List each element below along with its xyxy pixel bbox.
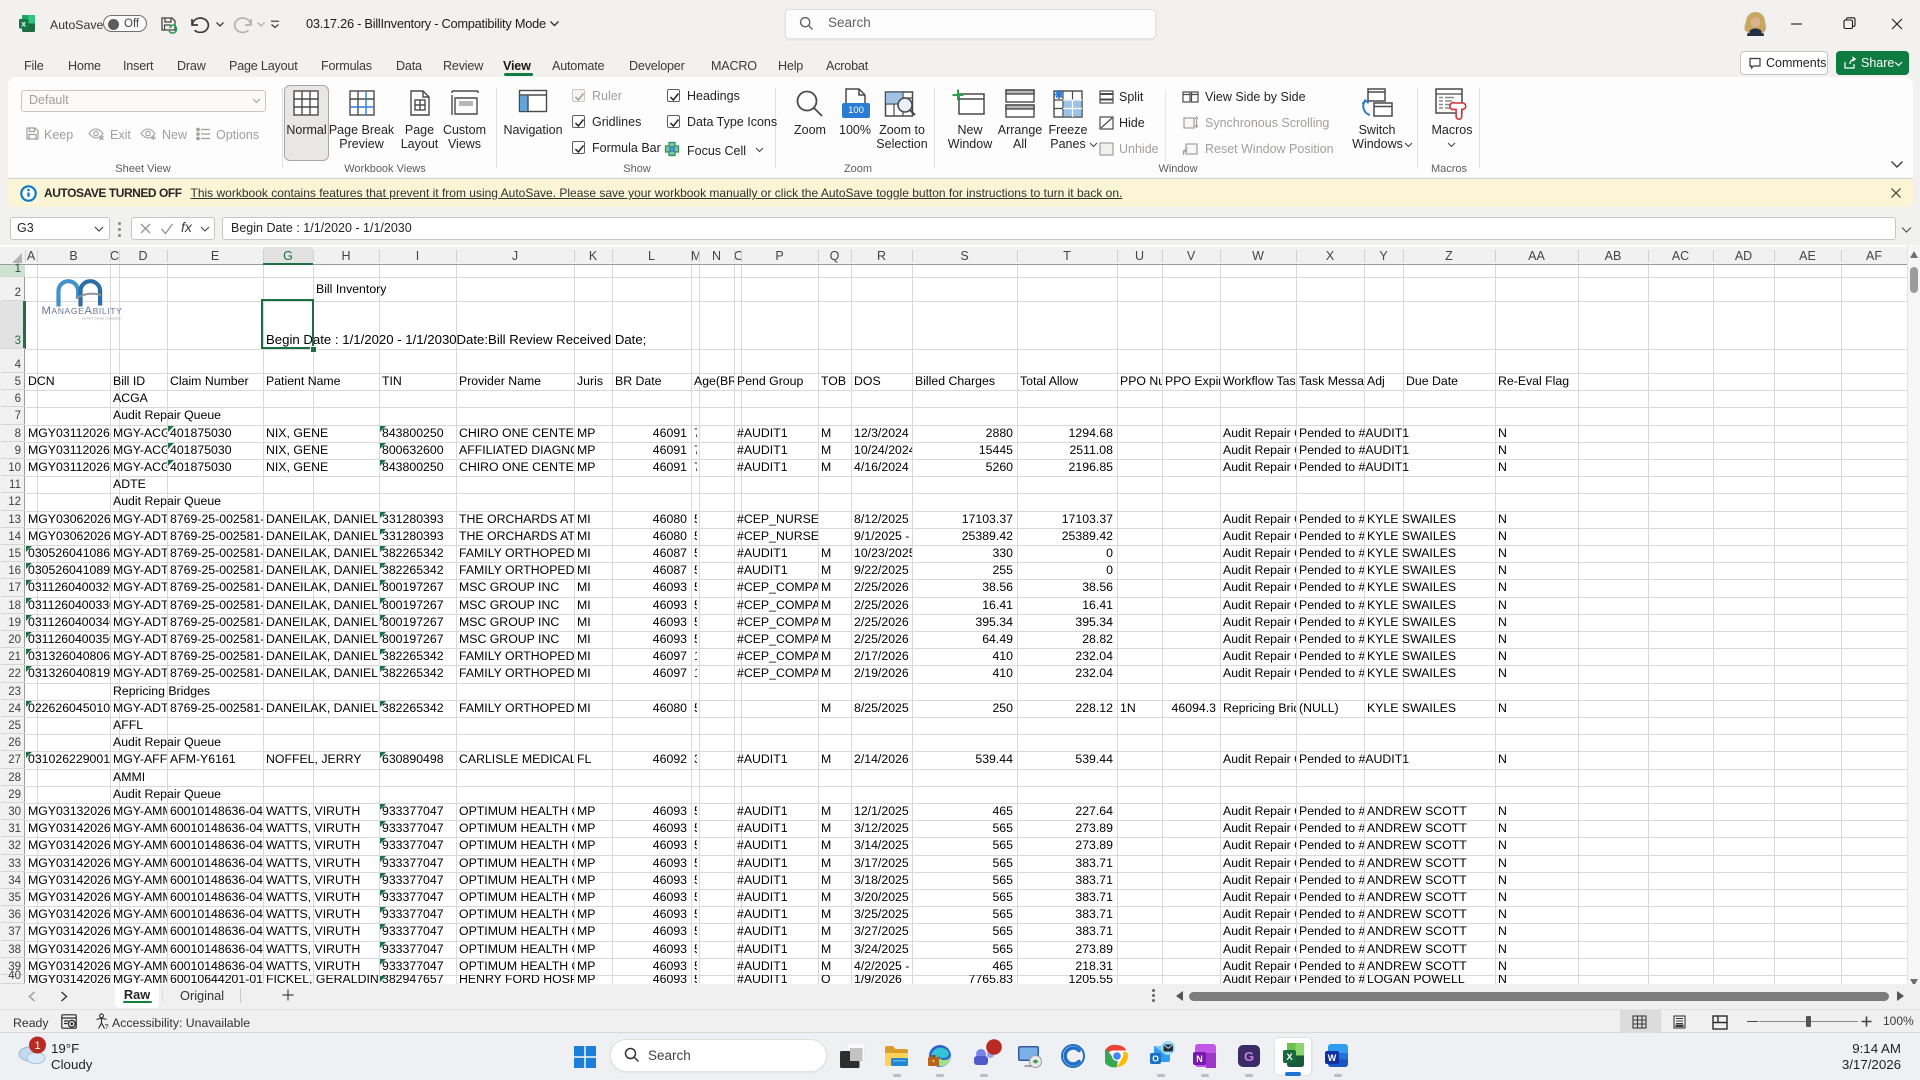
svg-text:N: N	[1196, 1054, 1203, 1064]
svg-text:MANAGEABILITY: MANAGEABILITY	[42, 305, 123, 317]
svg-text:G: G	[1244, 1049, 1254, 1064]
svg-text:?: ?	[105, 1022, 109, 1030]
svg-text:W: W	[1328, 1053, 1337, 1063]
svg-text:O: O	[1152, 1054, 1159, 1064]
svg-text:an FDI Group Company: an FDI Group Company	[82, 317, 121, 321]
svg-text:X: X	[1286, 1052, 1293, 1063]
svg-text:1: 1	[34, 1040, 40, 1052]
